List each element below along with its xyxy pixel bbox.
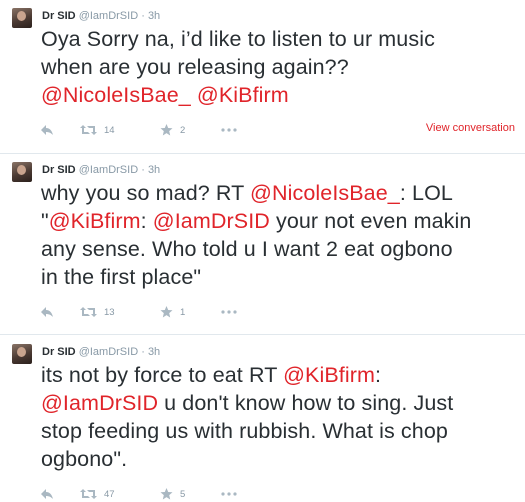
retweet-icon bbox=[80, 489, 97, 499]
retweet-icon bbox=[80, 307, 97, 317]
retweet-count: 13 bbox=[104, 306, 115, 318]
favorite-button[interactable]: 2 bbox=[160, 122, 185, 138]
separator-dot: · bbox=[141, 346, 145, 358]
reply-icon bbox=[41, 489, 53, 499]
mention-link[interactable]: @KiBfirm bbox=[197, 83, 289, 107]
tweet-text: why you so mad? RT @NicoleIsBae_: LOL "@K… bbox=[41, 179, 521, 291]
mention-link[interactable]: @NicoleIsBae_ bbox=[41, 83, 191, 107]
tweet-text-segment: : LOL bbox=[399, 181, 453, 205]
favorite-icon bbox=[160, 306, 173, 318]
tweet-text-line: stop feeding us with rubbish. What is ch… bbox=[41, 417, 521, 445]
reply-button[interactable] bbox=[40, 122, 54, 138]
more-button[interactable] bbox=[221, 486, 237, 502]
timestamp[interactable]: 3h bbox=[148, 346, 160, 358]
separator-dot: · bbox=[141, 164, 145, 176]
favorite-icon bbox=[160, 488, 173, 500]
author-handle[interactable]: @IamDrSID bbox=[79, 346, 138, 358]
reply-button[interactable] bbox=[40, 486, 54, 502]
tweet-text-line: any sense. Who told u I want 2 eat ogbon… bbox=[41, 235, 521, 263]
tweet: Dr SID @IamDrSID · 3h its not by force t… bbox=[0, 344, 525, 500]
tweet-text-line: its not by force to eat RT @KiBfirm: bbox=[41, 361, 521, 389]
mention-link[interactable]: @IamDrSID bbox=[153, 209, 270, 233]
author-name[interactable]: Dr SID bbox=[42, 346, 76, 358]
tweet-text-segment: stop feeding us with rubbish. What is ch… bbox=[41, 419, 448, 443]
retweet-count: 14 bbox=[104, 124, 115, 136]
divider bbox=[0, 153, 525, 154]
tweet-text-segment: in the first place" bbox=[41, 265, 202, 289]
tweet-text-segment: ogbono". bbox=[41, 447, 128, 471]
tweet-text-line: "@KiBfirm: @IamDrSID your not even makin bbox=[41, 207, 521, 235]
more-icon bbox=[221, 128, 237, 132]
tweet: Dr SID @IamDrSID · 3h why you so mad? RT… bbox=[0, 162, 525, 322]
retweet-button[interactable]: 47 bbox=[80, 486, 115, 502]
favorite-count: 5 bbox=[180, 488, 186, 500]
tweet-text-segment: : bbox=[375, 363, 382, 387]
author-handle[interactable]: @IamDrSID bbox=[79, 10, 138, 22]
timestamp[interactable]: 3h bbox=[148, 10, 160, 22]
mention-link[interactable]: @KiBfirm bbox=[49, 209, 141, 233]
tweet-text-line: why you so mad? RT @NicoleIsBae_: LOL bbox=[41, 179, 521, 207]
tweet-text-segment: when are you releasing again?? bbox=[41, 55, 349, 79]
mention-link[interactable]: @NicoleIsBae_ bbox=[250, 181, 400, 205]
tweet-header: Dr SID @IamDrSID · 3h bbox=[42, 345, 160, 359]
tweet-text-segment: any sense. Who told u I want 2 eat ogbon… bbox=[41, 237, 453, 261]
tweet-text-segment: : bbox=[140, 209, 153, 233]
more-button[interactable] bbox=[221, 304, 237, 320]
author-name[interactable]: Dr SID bbox=[42, 164, 76, 176]
tweet-text-line: Oya Sorry na, i’d like to listen to ur m… bbox=[41, 25, 521, 53]
tweet-text-line: ogbono". bbox=[41, 445, 521, 473]
tweet-text-segment: Oya Sorry na, i’d like to listen to ur m… bbox=[41, 27, 435, 51]
tweet-text-segment: u don't know how to sing. Just bbox=[158, 391, 454, 415]
more-button[interactable] bbox=[221, 122, 237, 138]
tweet-text-segment: " bbox=[41, 209, 49, 233]
tweet-text-segment: its not by force to eat RT bbox=[41, 363, 284, 387]
tweet-text-segment: why you so mad? RT bbox=[41, 181, 251, 205]
mention-link[interactable]: @IamDrSID bbox=[41, 391, 158, 415]
avatar[interactable] bbox=[12, 162, 32, 182]
avatar[interactable] bbox=[12, 8, 32, 28]
divider bbox=[0, 334, 525, 335]
tweet-header: Dr SID @IamDrSID · 3h bbox=[42, 9, 160, 23]
tweet-text-segment: your not even makin bbox=[269, 209, 472, 233]
tweet-text-line: in the first place" bbox=[41, 263, 521, 291]
avatar[interactable] bbox=[12, 344, 32, 364]
tweet-text-line: @NicoleIsBae_ @KiBfirm bbox=[41, 81, 521, 109]
reply-icon bbox=[41, 307, 53, 317]
more-icon bbox=[221, 492, 237, 496]
favorite-count: 1 bbox=[180, 306, 186, 318]
retweet-button[interactable]: 13 bbox=[80, 304, 115, 320]
favorite-button[interactable]: 1 bbox=[160, 304, 185, 320]
timestamp[interactable]: 3h bbox=[148, 164, 160, 176]
tweet-text-line: @IamDrSID u don't know how to sing. Just bbox=[41, 389, 521, 417]
retweet-button[interactable]: 14 bbox=[80, 122, 115, 138]
favorite-count: 2 bbox=[180, 124, 186, 136]
tweet-text: Oya Sorry na, i’d like to listen to ur m… bbox=[41, 25, 521, 109]
author-handle[interactable]: @IamDrSID bbox=[79, 164, 138, 176]
mention-link[interactable]: @KiBfirm bbox=[283, 363, 375, 387]
favorite-button[interactable]: 5 bbox=[160, 486, 185, 502]
tweet-text: its not by force to eat RT @KiBfirm: @Iam… bbox=[41, 361, 521, 473]
more-icon bbox=[221, 310, 237, 314]
favorite-icon bbox=[160, 124, 173, 136]
separator-dot: · bbox=[141, 10, 145, 22]
reply-icon bbox=[41, 125, 53, 135]
retweet-icon bbox=[80, 125, 97, 135]
retweet-count: 47 bbox=[104, 488, 115, 500]
tweet-header: Dr SID @IamDrSID · 3h bbox=[42, 163, 160, 177]
tweet: Dr SID @IamDrSID · 3h Oya Sorry na, i’d … bbox=[0, 8, 525, 143]
view-conversation-link[interactable]: View conversation bbox=[426, 122, 515, 134]
tweet-text-line: when are you releasing again?? bbox=[41, 53, 521, 81]
author-name[interactable]: Dr SID bbox=[42, 10, 76, 22]
reply-button[interactable] bbox=[40, 304, 54, 320]
